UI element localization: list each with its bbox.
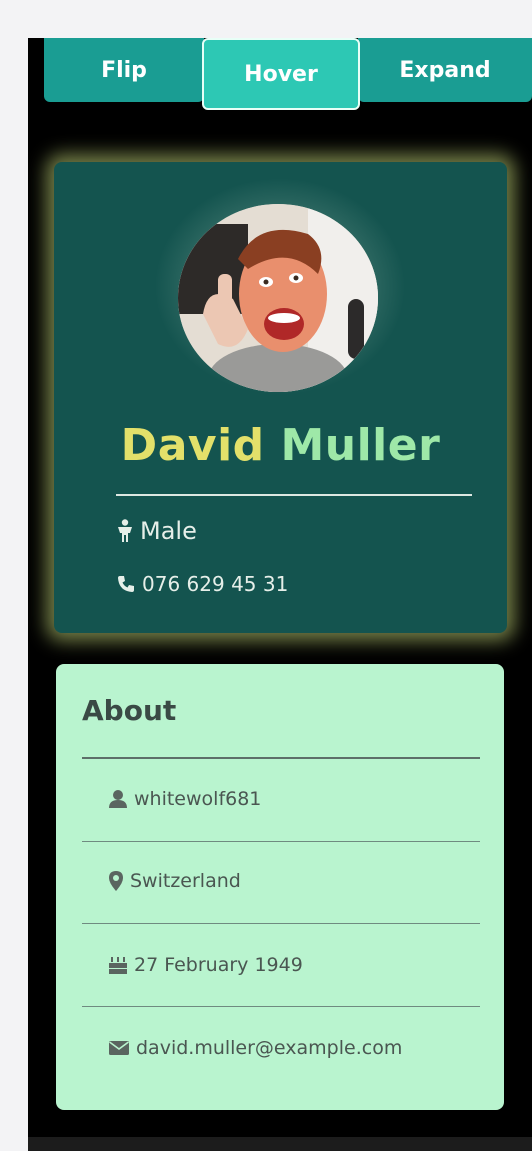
- birthday-row: 27 February 1949: [108, 954, 303, 976]
- profile-name: David Muller: [54, 420, 507, 471]
- birthday-cake-icon: [109, 957, 127, 974]
- username-text: whitewolf681: [134, 788, 262, 810]
- phone-text[interactable]: 076 629 45 31: [142, 572, 288, 596]
- gender-row: Male: [116, 517, 197, 545]
- profile-card[interactable]: David Muller Male 076 629 45 31: [54, 162, 507, 633]
- birthday-text: 27 February 1949: [134, 954, 303, 976]
- male-person-icon: [118, 519, 132, 542]
- user-icon: [109, 790, 127, 808]
- about-title: About: [82, 694, 177, 727]
- about-divider: [82, 1006, 480, 1007]
- tab-flip[interactable]: Flip: [44, 38, 204, 102]
- tab-hover[interactable]: Hover: [202, 38, 360, 110]
- about-panel: About whitewolf681 Switzerland 27 Februa…: [56, 664, 504, 1110]
- app-frame: Flip Expand Hover David Muller Male 076 …: [28, 38, 532, 1151]
- avatar-photo: [178, 204, 378, 392]
- tab-expand[interactable]: Expand: [358, 38, 532, 102]
- email-row: david.muller@example.com: [108, 1037, 402, 1059]
- about-divider: [82, 923, 480, 924]
- avatar: [178, 204, 378, 392]
- location-text: Switzerland: [130, 870, 241, 892]
- first-name: David: [120, 420, 265, 471]
- location-row: Switzerland: [108, 870, 241, 892]
- last-name: Muller: [280, 420, 441, 471]
- tab-bar: Flip Expand Hover: [44, 38, 532, 110]
- envelope-icon: [109, 1041, 129, 1055]
- email-text[interactable]: david.muller@example.com: [136, 1037, 402, 1059]
- gender-text: Male: [140, 517, 197, 545]
- map-marker-icon: [109, 871, 123, 891]
- phone-row: 076 629 45 31: [116, 572, 288, 596]
- bottom-strip: [28, 1137, 532, 1151]
- name-divider: [116, 494, 472, 496]
- about-divider: [82, 841, 480, 842]
- about-divider: [82, 757, 480, 759]
- phone-icon: [118, 576, 134, 592]
- username-row: whitewolf681: [108, 788, 261, 810]
